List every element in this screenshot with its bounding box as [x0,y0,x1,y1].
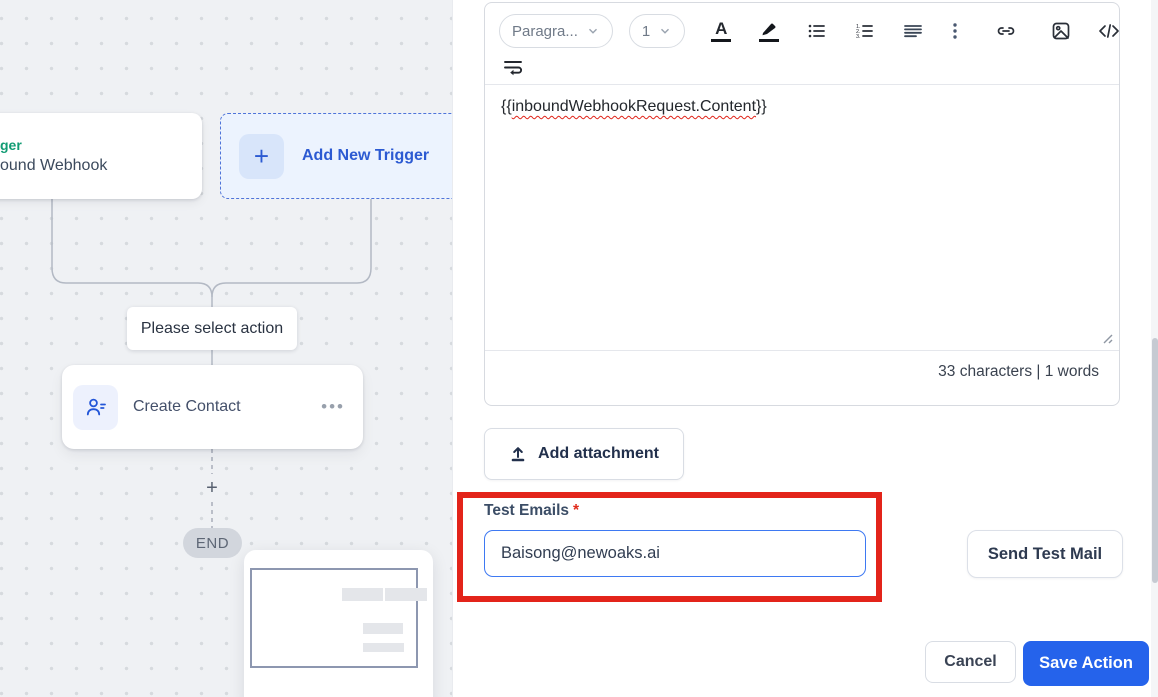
minimap-viewport[interactable] [250,568,418,668]
highlight-color-button[interactable] [757,18,781,44]
code-view-button[interactable] [1095,19,1123,43]
contact-icon [73,384,118,430]
insert-image-button[interactable] [1049,19,1073,43]
send-test-mail-button[interactable]: Send Test Mail [967,530,1123,578]
action-card-create-contact[interactable]: Create Contact ••• [62,365,363,449]
align-icon [904,25,923,38]
numbered-list-button[interactable]: 1. 2. 3. [853,19,877,43]
resize-handle[interactable] [1101,332,1113,344]
svg-text:3.: 3. [856,34,861,40]
end-badge: END [183,528,242,558]
test-emails-input[interactable] [484,530,866,577]
trigger-name-label: ound Webhook [0,157,108,174]
align-button[interactable] [901,19,925,43]
text-wrap-icon [504,61,522,76]
minimap-node [342,588,383,601]
merge-tag-suffix: }} [756,98,767,115]
merge-tag-prefix: {{ [501,98,512,115]
paragraph-format-dropdown[interactable]: Paragra... [499,14,613,48]
minimap-node [363,623,403,634]
more-options-button[interactable] [949,19,961,43]
add-step-plus-button[interactable]: + [202,478,222,498]
email-body-editor: Paragra... 1 A 1. 2. 3. {{inboundWebhook… [484,2,1120,406]
insert-link-button[interactable] [993,19,1019,43]
trigger-card-inbound-webhook[interactable]: ger ound Webhook [0,113,202,199]
merge-tag-variable: inboundWebhookRequest.Content [511,98,757,115]
text-color-button[interactable]: A [709,18,733,44]
action-card-label: Create Contact [133,398,241,415]
kebab-menu-icon [953,23,957,39]
code-icon [1099,24,1120,38]
minimap-node [385,588,427,601]
add-new-trigger-label: Add New Trigger [302,147,430,164]
save-action-button[interactable]: Save Action [1023,641,1149,686]
trigger-type-label: ger [0,137,22,153]
font-size-value: 1 [641,22,651,40]
text-color-bar [711,39,732,42]
add-attachment-label: Add attachment [538,445,659,462]
highlighter-icon [762,23,776,36]
select-action-prompt: Please select action [127,307,297,350]
email-body-field[interactable]: {{inboundWebhookRequest.Content}} [485,84,1119,350]
cancel-button[interactable]: Cancel [925,641,1016,683]
panel-scrollbar-thumb[interactable] [1152,338,1158,583]
chevron-down-icon [588,28,597,34]
upload-icon [511,447,525,462]
required-asterisk: * [573,502,580,519]
highlight-color-bar [759,39,780,42]
add-new-trigger-button[interactable]: + Add New Trigger [220,113,452,199]
add-attachment-button[interactable]: Add attachment [484,428,684,480]
link-icon [997,27,1015,35]
chevron-down-icon [661,28,670,34]
bullet-list-icon [808,24,826,38]
plus-icon: + [239,133,284,179]
card-menu-icon[interactable]: ••• [321,398,345,415]
minimap[interactable] [244,550,433,697]
editor-toolbar: Paragra... 1 A 1. 2. 3. [485,3,1120,84]
minimap-node [363,643,404,652]
paragraph-format-value: Paragra... [512,22,578,40]
text-color-icon: A [715,19,728,38]
numbered-list-icon: 1.2.3. [856,24,874,40]
bullet-list-button[interactable] [805,19,829,43]
image-icon [1052,22,1070,40]
test-emails-label: Test Emails * [484,502,579,520]
character-count: 33 characters | 1 words [485,350,1119,392]
text-wrap-button[interactable] [501,56,527,78]
test-emails-label-text: Test Emails [484,502,570,519]
font-size-dropdown[interactable]: 1 [628,14,686,48]
email-action-panel: Paragra... 1 A 1. 2. 3. {{inboundWebhook… [452,0,1158,697]
workflow-canvas[interactable]: ger ound Webhook + Add New Trigger Pleas… [0,0,452,697]
